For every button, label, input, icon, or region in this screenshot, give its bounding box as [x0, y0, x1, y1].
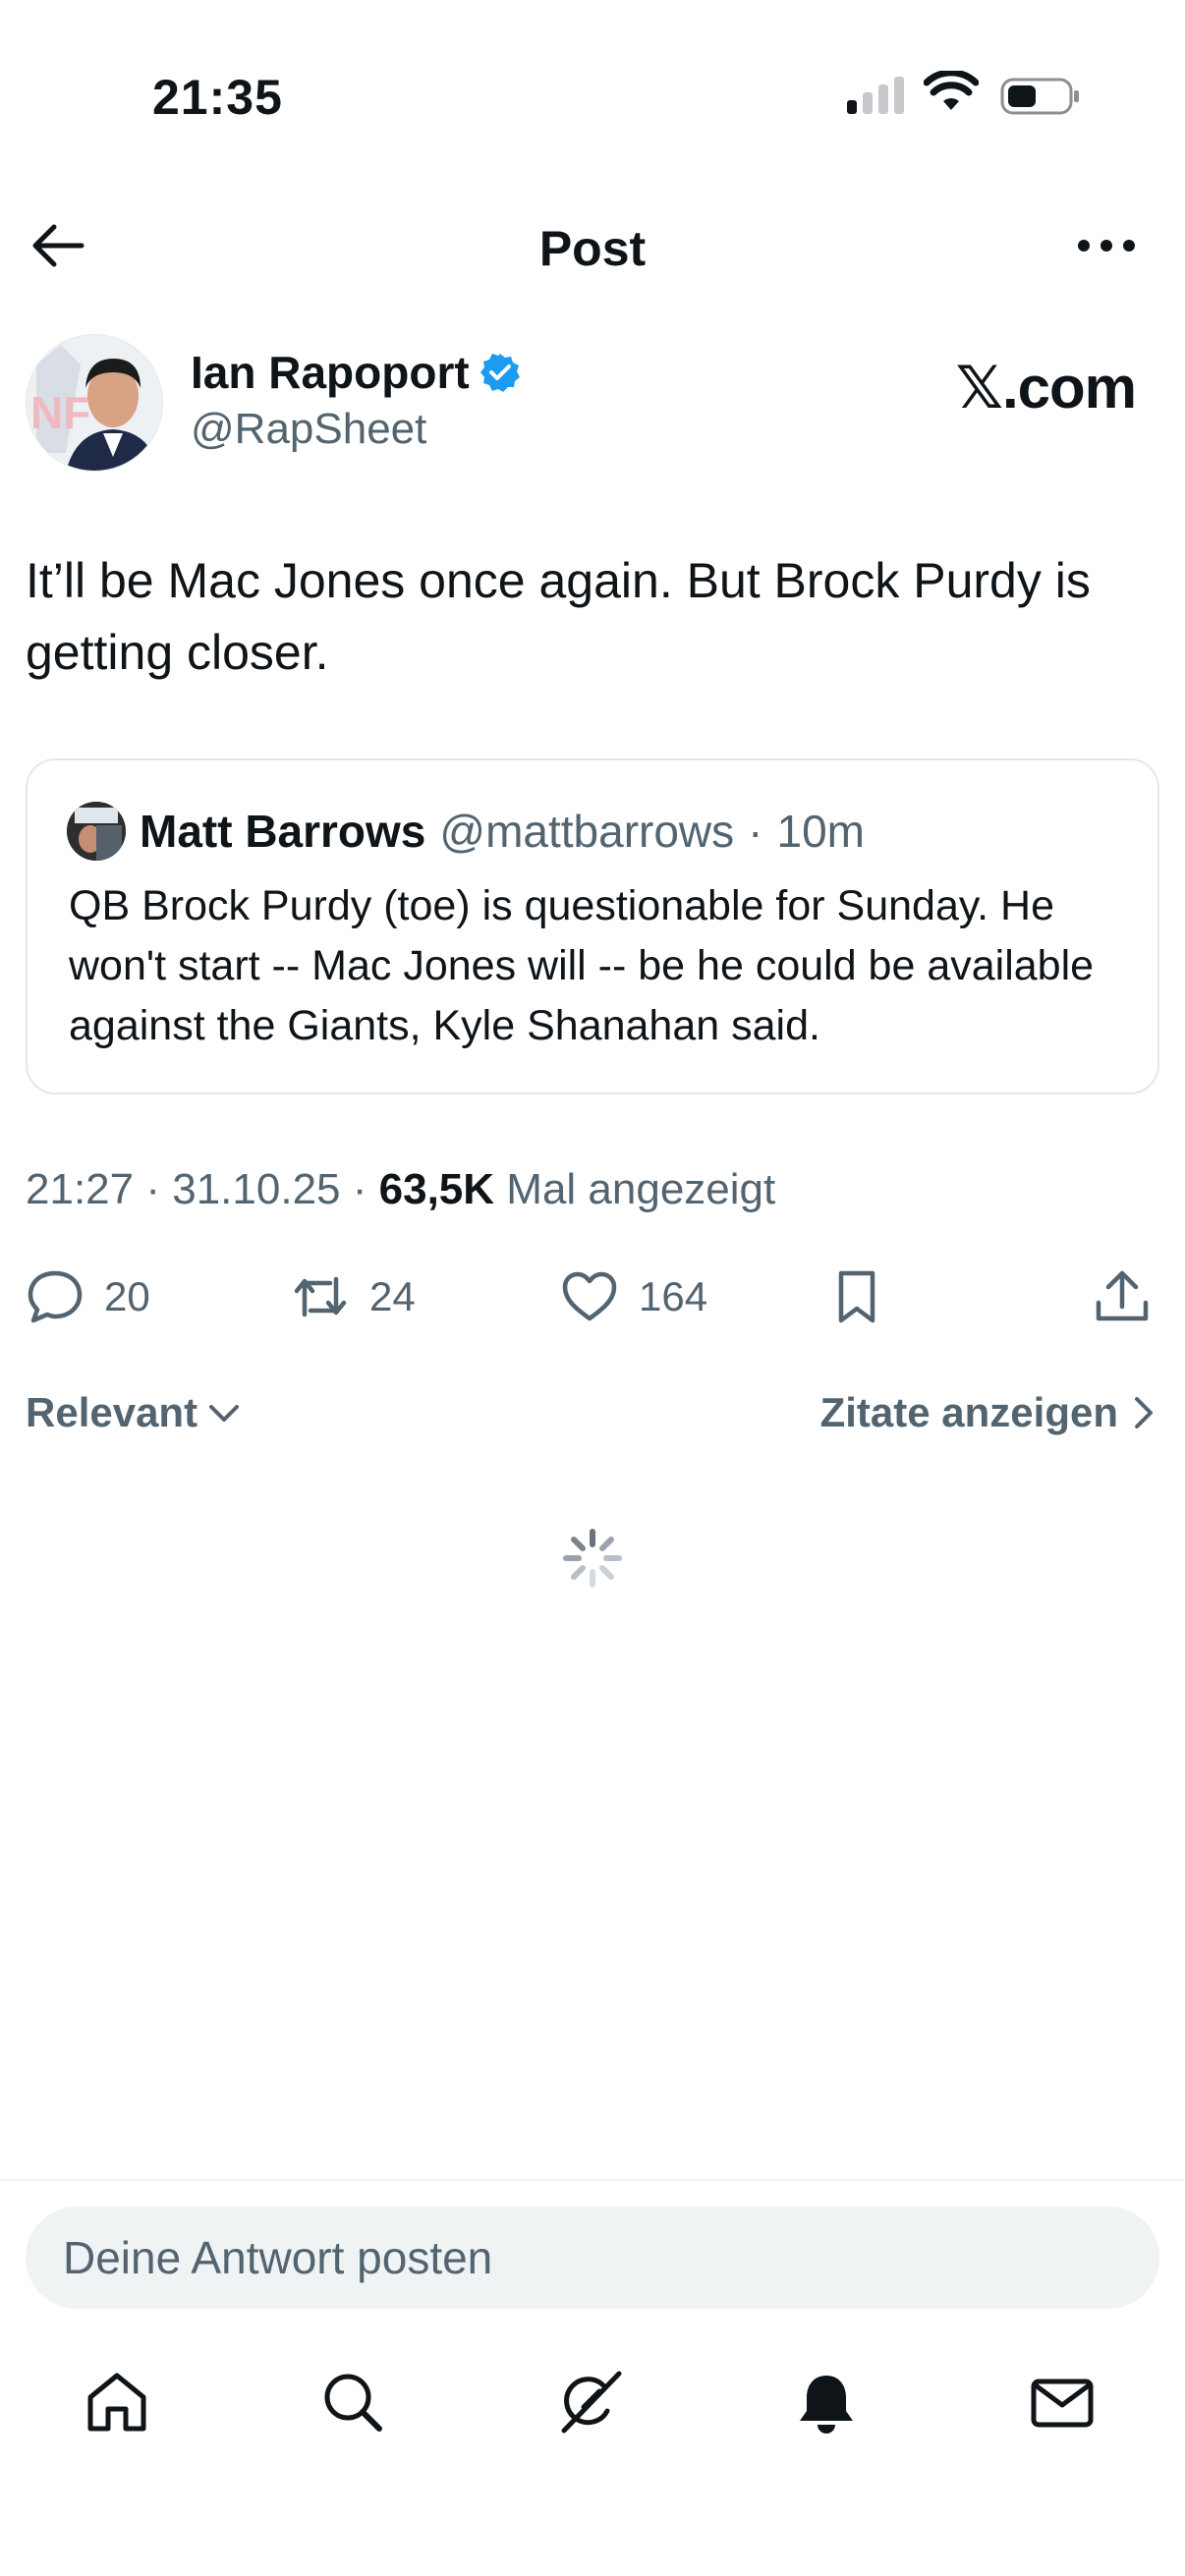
- separator-dot: ·: [352, 1165, 367, 1213]
- divider: [0, 2179, 1185, 2181]
- repost-icon: [294, 1276, 347, 1317]
- nav-messages[interactable]: [1018, 2358, 1106, 2446]
- author-handle[interactable]: @RapSheet: [191, 405, 426, 454]
- quoted-post-time: 10m: [776, 806, 865, 857]
- share-button[interactable]: [1093, 1258, 1152, 1336]
- reply-input[interactable]: [26, 2207, 1159, 2309]
- page-title: Post: [538, 221, 647, 276]
- comment-icon: [28, 1270, 83, 1323]
- quoted-post[interactable]: Matt Barrows @mattbarrows · 10m QB Brock…: [26, 758, 1159, 1094]
- quoted-author-handle: @mattbarrows: [439, 806, 735, 857]
- sort-label: Relevant: [26, 1389, 198, 1435]
- nav-grok[interactable]: [546, 2358, 635, 2446]
- home-icon: [87, 2373, 146, 2432]
- nav-notifications[interactable]: [782, 2358, 871, 2446]
- nav-search[interactable]: [309, 2358, 397, 2446]
- quoted-author-avatar: [67, 802, 126, 861]
- status-bar: 21:35: [0, 0, 1185, 187]
- sort-dropdown[interactable]: Relevant: [26, 1389, 241, 1436]
- cellular-signal-icon: [847, 75, 904, 114]
- wifi-icon: [924, 71, 979, 110]
- reply-button[interactable]: 20: [26, 1258, 150, 1336]
- post-date: 31.10.25: [172, 1165, 341, 1213]
- search-icon: [324, 2374, 382, 2432]
- battery-icon: [1000, 78, 1079, 115]
- bookmark-button[interactable]: [827, 1258, 886, 1336]
- views-label: Mal angezeigt: [506, 1165, 776, 1213]
- mail-icon: [1031, 2379, 1094, 2428]
- chevron-right-icon: [1135, 1397, 1153, 1428]
- avatar-image: NF: [27, 335, 162, 471]
- header: Post: [0, 187, 1185, 305]
- view-count[interactable]: 63,5K: [379, 1165, 494, 1213]
- heart-icon: [562, 1271, 617, 1321]
- verified-badge-icon: [480, 354, 520, 392]
- svg-text:NF: NF: [30, 387, 90, 438]
- nav-home[interactable]: [73, 2358, 161, 2446]
- view-quotes-link[interactable]: Zitate anzeigen: [820, 1389, 1156, 1436]
- like-button[interactable]: 164: [560, 1258, 707, 1336]
- chevron-down-icon: [209, 1405, 240, 1422]
- quoted-post-header: Matt Barrows @mattbarrows · 10m: [67, 802, 865, 861]
- bell-icon: [800, 2376, 853, 2434]
- repost-count: 24: [369, 1273, 416, 1319]
- post-author: NF Ian Rapoport @RapSheet 𝕏.com: [26, 334, 1165, 472]
- grok-icon: [561, 2371, 622, 2434]
- post-actions: 20 24 164: [26, 1258, 1165, 1336]
- author-name-text: Ian Rapoport: [191, 347, 470, 398]
- separator-dot: ·: [145, 1165, 160, 1213]
- like-count: 164: [639, 1273, 708, 1319]
- xcom-watermark: 𝕏.com: [955, 355, 1137, 420]
- author-avatar[interactable]: NF: [26, 334, 163, 472]
- author-name[interactable]: Ian Rapoport: [191, 346, 521, 399]
- post-text: It’ll be Mac Jones once again. But Brock…: [26, 553, 1091, 680]
- quoted-author-name: Matt Barrows: [140, 806, 426, 857]
- replies-sort-row: Relevant Zitate anzeigen: [26, 1389, 1156, 1448]
- separator-dot: ·: [748, 806, 763, 857]
- repost-button[interactable]: 24: [291, 1258, 416, 1336]
- bookmark-icon: [838, 1270, 875, 1323]
- post-time: 21:27: [26, 1165, 135, 1213]
- view-quotes-label: Zitate anzeigen: [819, 1389, 1118, 1435]
- reply-count: 20: [104, 1273, 150, 1319]
- quoted-post-text: QB Brock Purdy (toe) is questionable for…: [69, 882, 1095, 1049]
- more-button[interactable]: [1067, 226, 1146, 265]
- bottom-nav: [0, 2358, 1185, 2456]
- more-horizontal-icon: [1078, 240, 1135, 252]
- loading-spinner-icon: [563, 1529, 622, 1588]
- share-icon: [1096, 1270, 1149, 1321]
- post-meta: 21:27 · 31.10.25 · 63,5K Mal angezeigt: [26, 1165, 775, 1214]
- status-time: 21:35: [152, 70, 283, 125]
